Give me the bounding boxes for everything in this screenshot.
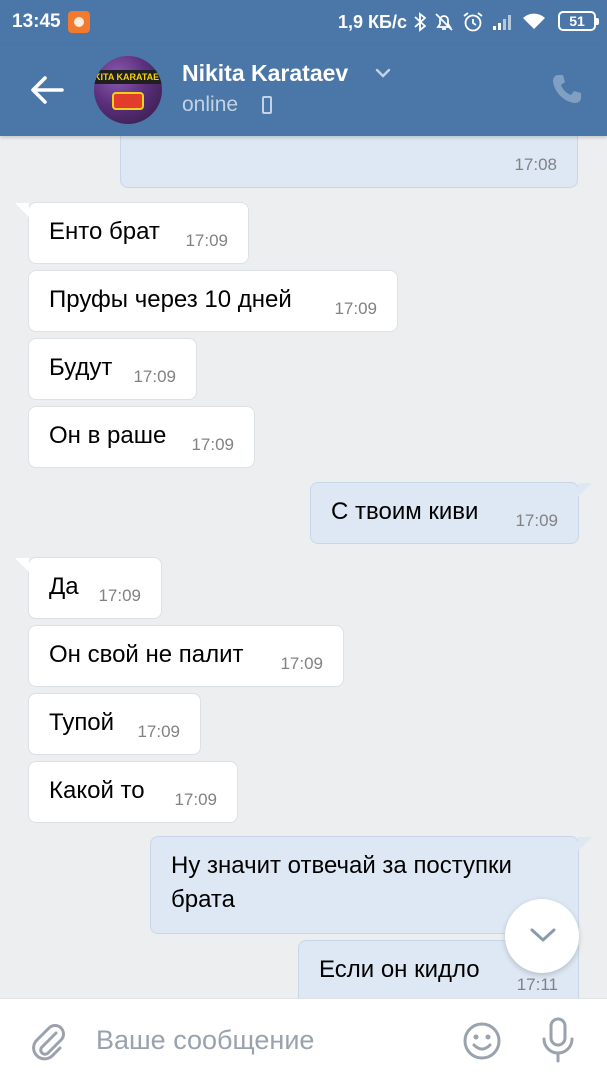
- message-time: 17:09: [174, 790, 217, 809]
- message-text: Если он кидло: [319, 956, 480, 983]
- message-incoming[interactable]: Тупой 17:09: [28, 693, 201, 755]
- notification-app-icon: [68, 11, 90, 33]
- message-text-line: Ну значит отвечай за поступки: [171, 852, 512, 879]
- bubble-tail: [15, 203, 29, 217]
- avatar[interactable]: KITA KARATAEV: [94, 56, 162, 124]
- message-incoming[interactable]: Какой то 17:09: [28, 761, 238, 823]
- alarm-off-icon: [435, 13, 453, 31]
- message-text: С твоим киви: [331, 498, 479, 525]
- message-incoming[interactable]: Он свой не палит 17:09: [28, 625, 344, 687]
- message-time: 17:09: [185, 231, 228, 250]
- mobile-phone-icon: [262, 96, 272, 114]
- message-time: 17:09: [137, 722, 180, 741]
- message-time: 17:09: [334, 299, 377, 318]
- scroll-to-bottom-button[interactable]: [505, 899, 579, 973]
- message-text: Енто брат: [49, 218, 160, 245]
- avatar-logo-icon: [112, 92, 144, 110]
- message-text: Он в раше: [49, 422, 167, 449]
- back-arrow-icon[interactable]: [28, 72, 66, 108]
- message-text: Какой то: [49, 777, 145, 804]
- message-list[interactable]: 17:08 Енто брат 17:09 Пруфы через 10 дне…: [0, 136, 607, 998]
- chevron-down-icon: [530, 928, 556, 942]
- message-text: Да: [49, 573, 79, 600]
- message-incoming[interactable]: Пруфы через 10 дней 17:09: [28, 270, 398, 332]
- bubble-tail: [15, 558, 29, 572]
- message-time: 17:08: [514, 155, 557, 174]
- status-icons: [414, 9, 546, 35]
- message-text: Пруфы через 10 дней: [49, 286, 292, 313]
- message-time: 17:09: [133, 367, 176, 386]
- bubble-tail: [578, 483, 592, 497]
- message-input[interactable]: [96, 1019, 436, 1061]
- message-incoming[interactable]: Будут 17:09: [28, 338, 197, 400]
- battery-indicator: 51: [558, 11, 599, 31]
- message-text: Тупой: [49, 709, 115, 736]
- message-time: 17:09: [191, 435, 234, 454]
- status-time: 13:45: [12, 11, 61, 32]
- emoji-icon[interactable]: [462, 1021, 502, 1061]
- message-time: 17:09: [98, 586, 141, 605]
- chat-header: KITA KARATAEV Nikita Karataev online: [0, 44, 607, 136]
- bubble-tail: [578, 837, 592, 851]
- contact-name[interactable]: Nikita Karataev: [182, 60, 348, 87]
- alarm-icon: [463, 12, 483, 32]
- chevron-down-icon[interactable]: [374, 64, 392, 82]
- microphone-icon[interactable]: [540, 1017, 576, 1063]
- message-incoming[interactable]: Да 17:09: [28, 557, 162, 619]
- message-text-line: брата: [171, 886, 235, 913]
- status-bar: 13:45 1,9 КБ/с 51: [0, 0, 607, 44]
- message-incoming[interactable]: Енто брат 17:09: [28, 202, 249, 264]
- message-outgoing[interactable]: 17:08: [120, 136, 578, 188]
- message-time: 17:11: [516, 975, 558, 994]
- message-time: 17:09: [280, 654, 323, 673]
- wifi-icon: [523, 13, 545, 29]
- message-outgoing[interactable]: С твоим киви 17:09: [310, 482, 579, 544]
- paperclip-icon[interactable]: [28, 1021, 68, 1061]
- call-icon[interactable]: [550, 72, 584, 106]
- message-text: Он свой не палит: [49, 641, 244, 668]
- signal-icon: [493, 15, 511, 30]
- contact-status: online: [182, 93, 239, 116]
- network-speed: 1,9 КБ/с: [338, 12, 407, 32]
- message-text: Будут: [49, 354, 113, 381]
- message-incoming[interactable]: Он в раше 17:09: [28, 406, 255, 468]
- avatar-banner: KITA KARATAEV: [94, 70, 162, 84]
- message-time: 17:09: [515, 511, 558, 530]
- message-composer: [0, 998, 607, 1080]
- bluetooth-icon: [414, 12, 426, 32]
